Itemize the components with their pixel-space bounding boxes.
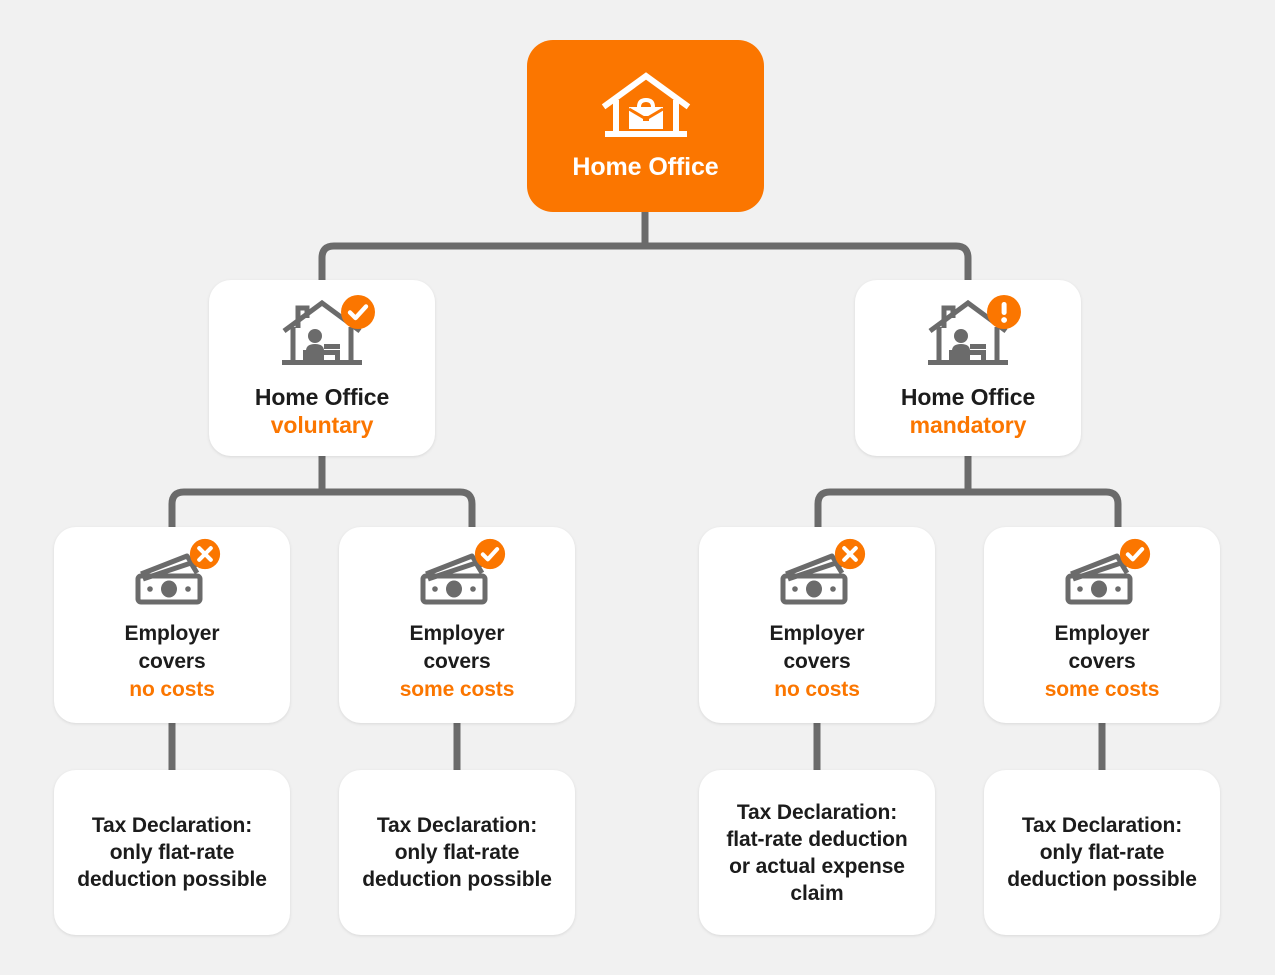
- check-badge-icon: [341, 294, 375, 329]
- node-home-office-root[interactable]: Home Office: [527, 40, 764, 212]
- node-status: mandatory: [909, 411, 1027, 438]
- tax-declaration-text: Tax Declaration: only flat-rate deductio…: [67, 812, 277, 893]
- tax-line: only flat-rate: [1039, 841, 1165, 864]
- node-label: Employer covers no costs: [770, 620, 865, 704]
- cross-badge-icon: [189, 538, 221, 570]
- cross-badge-icon: [834, 538, 866, 570]
- node-title-line2: covers: [423, 650, 491, 673]
- node-employer-covers-no-costs-voluntary[interactable]: Employer covers no costs: [54, 527, 290, 723]
- tax-declaration-text: Tax Declaration: only flat-rate deductio…: [352, 812, 562, 893]
- node-title-line1: Employer: [409, 622, 505, 645]
- tax-line: Tax Declaration:: [376, 814, 538, 837]
- node-title-line1: Employer: [769, 622, 865, 645]
- tax-line: Tax Declaration:: [736, 800, 898, 824]
- node-tax-declaration-1[interactable]: Tax Declaration: only flat-rate deductio…: [54, 770, 290, 935]
- node-label: Home Office mandatory: [901, 383, 1035, 439]
- tax-line: deduction possible: [77, 868, 267, 891]
- banknotes-icon: [133, 538, 221, 608]
- node-title: Home Office: [900, 383, 1036, 410]
- node-title-line1: Employer: [1054, 622, 1150, 645]
- connector-lvl2-right-bus: [814, 488, 1122, 528]
- tax-declaration-text: Tax Declaration: only flat-rate deductio…: [997, 812, 1207, 893]
- node-status: no costs: [774, 678, 860, 701]
- tax-line: only flat-rate: [109, 841, 235, 864]
- node-title: Home Office: [254, 383, 390, 410]
- diagram-canvas: Home Office Home Office voluntary Home O…: [0, 0, 1275, 975]
- connector-lvl2-left-bus: [168, 488, 476, 528]
- node-status: no costs: [129, 678, 215, 701]
- banknotes-icon: [1063, 538, 1151, 608]
- tax-line: only flat-rate: [394, 841, 520, 864]
- node-label: Home Office voluntary: [255, 383, 389, 439]
- node-label: Employer covers no costs: [125, 620, 220, 704]
- node-employer-covers-no-costs-mandatory[interactable]: Employer covers no costs: [699, 527, 935, 723]
- node-home-office-voluntary[interactable]: Home Office voluntary: [209, 280, 435, 456]
- node-tax-declaration-3[interactable]: Tax Declaration: flat-rate deduction or …: [699, 770, 935, 935]
- node-title-line2: covers: [1068, 650, 1136, 673]
- node-label: Employer covers some costs: [400, 620, 515, 704]
- house-briefcase-icon: [600, 71, 692, 144]
- node-title-line2: covers: [783, 650, 851, 673]
- banknotes-icon: [418, 538, 506, 608]
- check-badge-icon: [1119, 538, 1151, 570]
- tax-line: deduction possible: [362, 868, 552, 891]
- node-tax-declaration-2[interactable]: Tax Declaration: only flat-rate deductio…: [339, 770, 575, 935]
- root-title: Home Office: [572, 152, 719, 181]
- node-label: Employer covers some costs: [1045, 620, 1160, 704]
- tax-line: or actual expense: [729, 854, 905, 878]
- node-tax-declaration-4[interactable]: Tax Declaration: only flat-rate deductio…: [984, 770, 1220, 935]
- node-home-office-mandatory[interactable]: Home Office mandatory: [855, 280, 1081, 456]
- tax-line: Tax Declaration:: [91, 814, 253, 837]
- node-status: voluntary: [270, 411, 374, 438]
- node-employer-covers-some-costs-voluntary[interactable]: Employer covers some costs: [339, 527, 575, 723]
- node-title-line2: covers: [138, 650, 206, 673]
- tax-line: deduction possible: [1007, 868, 1197, 891]
- tax-line: Tax Declaration:: [1021, 814, 1183, 837]
- exclamation-badge-icon: [987, 294, 1021, 329]
- house-person-desk-icon: [276, 294, 375, 372]
- tax-line: flat-rate deduction: [726, 827, 908, 851]
- tax-line: claim: [790, 881, 844, 905]
- node-title-line1: Employer: [124, 622, 220, 645]
- house-person-desk-icon: [922, 294, 1021, 372]
- root-label: Home Office: [572, 152, 719, 181]
- node-status: some costs: [399, 678, 515, 701]
- check-badge-icon: [474, 538, 506, 570]
- node-status: some costs: [1044, 678, 1160, 701]
- connector-root-bus: [318, 242, 972, 281]
- node-employer-covers-some-costs-mandatory[interactable]: Employer covers some costs: [984, 527, 1220, 723]
- tax-declaration-text: Tax Declaration: flat-rate deduction or …: [716, 799, 917, 907]
- banknotes-icon: [778, 538, 866, 608]
